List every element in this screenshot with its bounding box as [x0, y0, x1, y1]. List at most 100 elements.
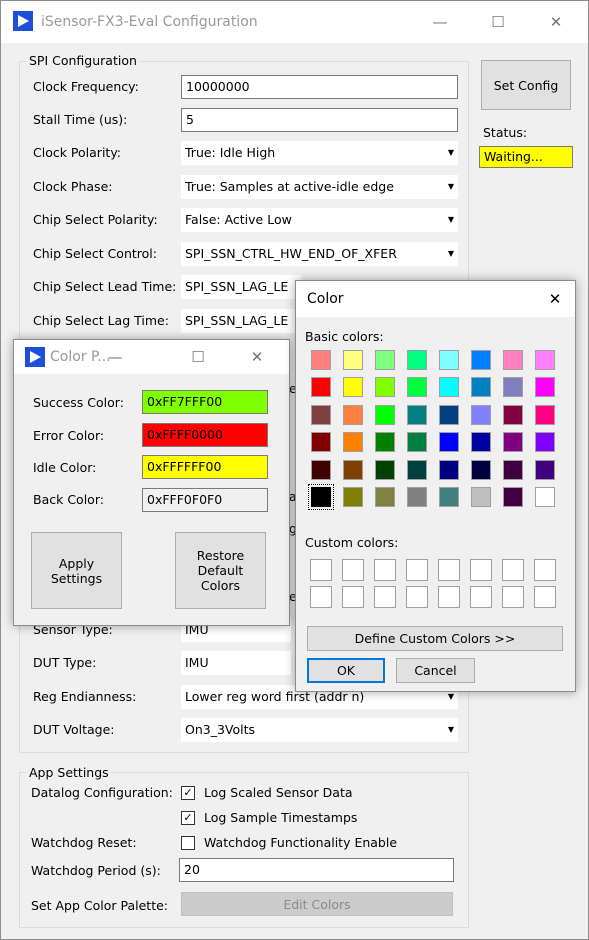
basic-color-swatch[interactable] [375, 432, 395, 453]
custom-color-cell[interactable] [310, 586, 332, 608]
basic-color-swatch[interactable] [471, 350, 491, 370]
log-scaled-checkbox[interactable]: ✓ [181, 786, 195, 800]
basic-color-swatch[interactable] [311, 350, 331, 370]
custom-colors-label: Custom colors: [305, 535, 399, 550]
color-dialog-title: Color [307, 291, 344, 307]
basic-color-swatch[interactable] [535, 432, 555, 453]
basic-color-swatch[interactable] [343, 459, 363, 480]
custom-color-cell[interactable] [534, 559, 556, 581]
close-icon[interactable]: ✕ [533, 1, 579, 43]
basic-color-swatch[interactable] [375, 487, 395, 507]
basic-color-swatch[interactable] [311, 432, 331, 453]
apply-settings-button[interactable]: Apply Settings [31, 532, 122, 609]
custom-color-cell[interactable] [502, 586, 524, 608]
basic-color-swatch[interactable] [407, 487, 427, 507]
basic-color-swatch[interactable] [503, 459, 523, 480]
basic-color-swatch[interactable] [439, 487, 459, 507]
basic-color-swatch[interactable] [439, 350, 459, 370]
cs-lag-time-select[interactable]: SPI_SSN_LAG_LE [181, 309, 301, 333]
basic-color-swatch[interactable] [343, 432, 363, 453]
basic-color-swatch[interactable] [375, 404, 395, 425]
basic-color-swatch[interactable] [503, 432, 523, 453]
set-config-button[interactable]: Set Config [481, 60, 571, 110]
clock-frequency-input[interactable]: 10000000 [181, 75, 458, 99]
basic-color-swatch[interactable] [343, 350, 363, 370]
basic-color-swatch[interactable] [308, 484, 334, 510]
basic-color-swatch[interactable] [311, 404, 331, 425]
basic-color-swatch[interactable] [535, 377, 555, 398]
cs-polarity-select[interactable]: False: Active Low ▼ [181, 208, 458, 232]
watchdog-enable-checkbox[interactable] [181, 836, 195, 850]
custom-color-cell[interactable] [438, 559, 460, 581]
basic-color-swatch[interactable] [471, 404, 491, 425]
custom-color-cell[interactable] [310, 559, 332, 581]
back-color-input[interactable]: 0xFFF0F0F0 [142, 488, 268, 512]
cancel-button[interactable]: Cancel [396, 658, 475, 683]
basic-color-swatch[interactable] [503, 377, 523, 398]
basic-color-swatch[interactable] [375, 459, 395, 480]
restore-defaults-button[interactable]: Restore Default Colors [175, 532, 266, 609]
ok-button[interactable]: OK [307, 658, 385, 683]
custom-color-cell[interactable] [406, 559, 428, 581]
basic-color-swatch[interactable] [407, 377, 427, 398]
custom-color-cell[interactable] [470, 586, 492, 608]
basic-color-swatch[interactable] [439, 404, 459, 425]
basic-color-swatch[interactable] [407, 459, 427, 480]
basic-color-swatch[interactable] [375, 377, 395, 398]
basic-color-swatch[interactable] [471, 487, 491, 507]
basic-color-swatch[interactable] [343, 487, 363, 507]
edit-colors-button[interactable]: Edit Colors [181, 892, 453, 916]
maximize-icon[interactable]: ☐ [475, 1, 521, 43]
idle-color-input[interactable]: 0xFFFFFF00 [142, 455, 268, 479]
custom-color-cell[interactable] [374, 586, 396, 608]
clock-polarity-select[interactable]: True: Idle High ▼ [181, 141, 458, 165]
custom-color-cell[interactable] [470, 559, 492, 581]
cs-lead-time-select[interactable]: SPI_SSN_LAG_LE [181, 275, 301, 299]
basic-color-swatch[interactable] [503, 350, 523, 370]
basic-color-swatch[interactable] [343, 404, 363, 425]
basic-color-swatch[interactable] [311, 459, 331, 480]
custom-color-cell[interactable] [374, 559, 396, 581]
dropdown-arrow-icon: ▼ [447, 182, 454, 191]
basic-color-swatch[interactable] [343, 377, 363, 398]
custom-color-cell[interactable] [342, 559, 364, 581]
basic-color-swatch[interactable] [535, 350, 555, 370]
minimize-icon[interactable]: — [92, 340, 138, 374]
custom-color-cell[interactable] [438, 586, 460, 608]
basic-color-swatch[interactable] [311, 377, 331, 398]
basic-color-swatch[interactable] [439, 377, 459, 398]
clock-phase-select[interactable]: True: Samples at active-idle edge ▼ [181, 175, 458, 199]
log-timestamps-checkbox[interactable]: ✓ [181, 811, 195, 825]
custom-color-cell[interactable] [534, 586, 556, 608]
maximize-icon[interactable]: ☐ [175, 340, 221, 374]
basic-color-swatch[interactable] [503, 404, 523, 425]
basic-color-swatch[interactable] [375, 350, 395, 370]
dut-voltage-select[interactable]: On3_3Volts ▼ [181, 718, 458, 742]
basic-color-swatch[interactable] [407, 404, 427, 425]
close-icon[interactable]: ✕ [234, 340, 280, 374]
basic-color-swatch[interactable] [439, 459, 459, 480]
basic-color-swatch[interactable] [407, 432, 427, 453]
success-color-input[interactable]: 0xFF7FFF00 [142, 390, 268, 414]
error-color-input[interactable]: 0xFFFF0000 [142, 423, 268, 447]
dut-type-select[interactable]: IMU [181, 651, 291, 675]
stall-time-input[interactable]: 5 [181, 108, 458, 132]
basic-color-swatch[interactable] [535, 487, 555, 507]
basic-color-swatch[interactable] [535, 459, 555, 480]
define-custom-colors-button[interactable]: Define Custom Colors >> [307, 626, 563, 651]
cs-control-select[interactable]: SPI_SSN_CTRL_HW_END_OF_XFER ▼ [181, 242, 458, 266]
minimize-icon[interactable]: — [417, 1, 463, 43]
basic-color-swatch[interactable] [439, 432, 459, 453]
close-icon[interactable]: ✕ [532, 281, 578, 317]
custom-color-cell[interactable] [502, 559, 524, 581]
basic-color-swatch[interactable] [407, 350, 427, 370]
basic-color-swatch[interactable] [471, 459, 491, 480]
custom-color-cell[interactable] [342, 586, 364, 608]
basic-color-swatch[interactable] [535, 404, 555, 425]
watchdog-period-input[interactable]: 20 [179, 858, 454, 882]
basic-color-swatch[interactable] [471, 377, 491, 398]
basic-color-swatch[interactable] [471, 432, 491, 453]
basic-color-swatch[interactable] [503, 487, 523, 507]
custom-color-cell[interactable] [406, 586, 428, 608]
cs-polarity-label: Chip Select Polarity: [33, 212, 158, 227]
